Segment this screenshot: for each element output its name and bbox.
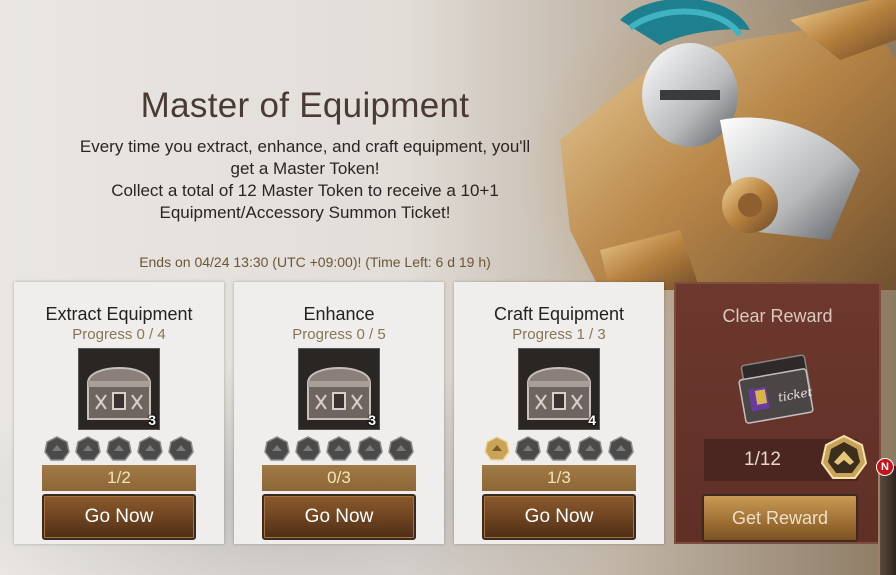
event-end-time: Ends on 04/24 13:30 (UTC +09:00)! (Time …: [139, 254, 491, 270]
mission-card-craft: Craft Equipment Progress 1 / 3 4 1/3 Go …: [454, 282, 664, 544]
get-reward-button[interactable]: Get Reward: [702, 494, 858, 542]
mission-title: Extract Equipment: [45, 304, 193, 324]
description-line: Every time you extract, enhance, and cra…: [79, 137, 531, 156]
mission-progress: Progress 1 / 3: [512, 326, 606, 343]
mission-card-enhance: Enhance Progress 0 / 5 3 0/3 Go Now: [234, 282, 444, 544]
master-token-icon: [264, 436, 290, 461]
mission-count: 0/3: [262, 465, 416, 491]
go-now-button[interactable]: Go Now: [482, 494, 636, 540]
mission-progress: Progress 0 / 5: [292, 326, 386, 343]
master-token-icon: [75, 436, 101, 461]
master-token-icon: [106, 436, 132, 461]
clear-reward-title: Clear Reward: [722, 306, 833, 326]
master-token-icon: [388, 436, 414, 461]
treasure-chest-icon[interactable]: 3: [78, 348, 160, 430]
description-line: Collect a total of 12 Master Token to re…: [111, 181, 499, 200]
master-token-icon: [168, 436, 194, 461]
treasure-chest-icon[interactable]: 3: [298, 348, 380, 430]
mission-title: Enhance: [303, 304, 375, 324]
reward-count: 3: [368, 412, 376, 428]
side-menu-tab[interactable]: [878, 466, 896, 575]
mission-count: 1/3: [482, 465, 636, 491]
go-now-button[interactable]: Go Now: [42, 494, 196, 540]
token-row: [264, 436, 414, 462]
reward-count: 3: [148, 412, 156, 428]
master-token-icon: [326, 436, 352, 461]
event-description: Every time you extract, enhance, and cra…: [30, 136, 580, 224]
description-line: get a Master Token!: [230, 159, 380, 178]
description-line: Equipment/Accessory Summon Ticket!: [159, 203, 451, 222]
master-token-icon: [137, 436, 163, 461]
summon-ticket-icon[interactable]: ticket: [736, 350, 818, 430]
mission-progress: Progress 0 / 4: [72, 326, 166, 343]
master-token-icon: [357, 436, 383, 461]
knight-artwork: [560, 0, 896, 290]
master-token-icon: [820, 434, 868, 479]
event-title: Master of Equipment: [140, 86, 470, 125]
token-row: [484, 436, 634, 462]
master-token-icon: [44, 436, 70, 461]
mission-count: 1/2: [42, 465, 196, 491]
new-badge: N: [876, 458, 894, 476]
master-token-icon: [484, 436, 510, 461]
clear-reward-card: Clear Reward ticket 1/12 Get Reward: [674, 282, 881, 544]
master-token-icon: [577, 436, 603, 461]
go-now-button[interactable]: Go Now: [262, 494, 416, 540]
master-token-icon: [608, 436, 634, 461]
mission-card-extract: Extract Equipment Progress 0 / 4 3 1/2 G…: [14, 282, 224, 544]
mission-title: Craft Equipment: [493, 304, 625, 324]
token-row: [44, 436, 194, 462]
treasure-chest-icon[interactable]: 4: [518, 348, 600, 430]
master-token-icon: [546, 436, 572, 461]
reward-count: 4: [588, 412, 596, 428]
master-token-icon: [295, 436, 321, 461]
master-token-icon: [515, 436, 541, 461]
